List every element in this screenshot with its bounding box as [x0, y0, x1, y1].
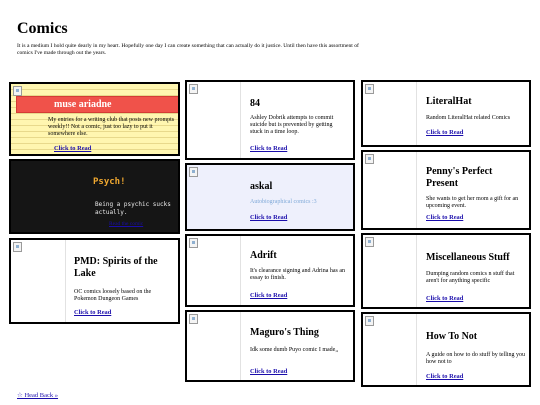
broken-image-icon [13, 242, 22, 252]
divider [416, 314, 417, 385]
card-title: Adrift [250, 250, 277, 261]
broken-image-icon [365, 316, 374, 326]
page-intro: It is a medium I hold quite dearly in my… [17, 43, 359, 56]
broken-image-icon [365, 154, 374, 164]
divider [240, 312, 241, 380]
broken-image-icon [365, 84, 374, 94]
divider [240, 82, 241, 158]
click-to-read-link[interactable]: Click to Read [74, 309, 111, 316]
click-to-read-link[interactable]: Click to Read [426, 214, 463, 221]
card-title: Miscellaneous Stuff [426, 252, 510, 263]
card-title: askal [250, 181, 273, 192]
card-title: How To Not [426, 331, 478, 342]
divider [416, 152, 417, 228]
click-to-read-link[interactable]: Click to Read [250, 292, 287, 299]
card-description: Random LiteralHat related Comics [426, 115, 511, 121]
muse-banner: muse ariadne [16, 96, 178, 113]
broken-image-icon [189, 84, 198, 94]
card-84[interactable]: 84 Ashley Dobrik attempts to commit suic… [185, 80, 355, 160]
divider [416, 235, 417, 307]
page-title: Comics [17, 20, 68, 37]
click-to-read-link[interactable]: Click to Read [426, 373, 463, 380]
card-pennys-perfect-present[interactable]: Penny's Perfect Present She wants to get… [361, 150, 531, 230]
card-description: It's clearance signing and Adrina has an… [250, 268, 346, 281]
card-title: Psych! [93, 177, 126, 187]
card-description: Being a psychic sucks actually. [95, 201, 171, 216]
divider [65, 240, 66, 322]
broken-image-icon [13, 86, 22, 96]
click-to-read-link[interactable]: Click to Read [250, 145, 287, 152]
head-back-link[interactable]: ☆ Head Back » [17, 391, 58, 399]
divider [240, 236, 241, 305]
card-title: PMD: Spirits of the Lake [74, 256, 158, 279]
card-title: Maguro's Thing [250, 327, 319, 338]
card-muse-ariadne[interactable]: muse ariadne My entries for a writing cl… [9, 82, 180, 156]
card-title: Penny's Perfect Present [426, 166, 493, 189]
card-description: She wants to get her mom a gift for an u… [426, 196, 519, 209]
broken-image-icon [189, 238, 198, 248]
click-to-read-link[interactable]: Click to Read [250, 368, 287, 375]
card-literalhat[interactable]: LiteralHat Random LiteralHat related Com… [361, 80, 531, 147]
card-description: Autobiographical comics :3 [250, 199, 317, 205]
card-pmd-spirits-of-the-lake[interactable]: PMD: Spirits of the Lake OC comics loose… [9, 238, 180, 324]
card-title: LiteralHat [426, 96, 472, 107]
card-maguros-thing[interactable]: Maguro's Thing Idk some dumb Puyo comic … [185, 310, 355, 382]
broken-image-icon [189, 314, 198, 324]
card-description: A guide on how to do stuff by telling yo… [426, 352, 526, 365]
card-description: Dumping random comics n stuff that aren'… [426, 271, 515, 284]
click-to-read-link[interactable]: Click to Read [250, 214, 287, 221]
card-description: OC comics loosely based on the Pokemon D… [74, 289, 152, 302]
click-to-read-link[interactable]: Click to Read [54, 145, 91, 152]
click-to-read-link[interactable]: Click to Read [426, 129, 463, 136]
card-title: 84 [250, 98, 260, 109]
card-askal[interactable]: askal Autobiographical comics :3 Click t… [185, 163, 355, 231]
card-adrift[interactable]: Adrift It's clearance signing and Adrina… [185, 234, 355, 307]
card-how-to-not[interactable]: How To Not A guide on how to do stuff by… [361, 312, 531, 387]
card-description: Ashley Dobrik attempts to commit suicide… [250, 115, 334, 135]
broken-image-icon [365, 237, 374, 247]
divider [416, 82, 417, 145]
card-description: Idk some dumb Puyo comic I made,, [250, 347, 339, 353]
card-psych[interactable]: Psych! Being a psychic sucks actually. R… [9, 159, 180, 234]
card-miscellaneous-stuff[interactable]: Miscellaneous Stuff Dumping random comic… [361, 233, 531, 309]
read-comic-link[interactable]: Read the comic [109, 221, 143, 227]
broken-image-icon [189, 167, 198, 177]
card-description: My entries for a writing club that posts… [48, 117, 175, 137]
click-to-read-link[interactable]: Click to Read [426, 295, 463, 302]
card-title: muse ariadne [54, 99, 112, 110]
